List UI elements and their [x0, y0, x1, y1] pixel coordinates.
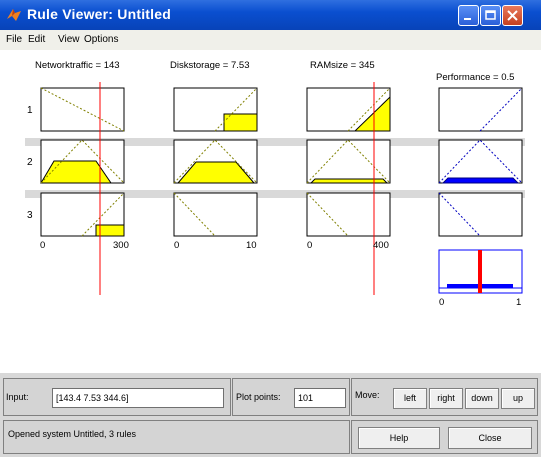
rule2-input2-plot [173, 139, 258, 184]
help-button[interactable]: Help [358, 427, 440, 449]
input3-max-tick: 400 [373, 240, 389, 251]
rule2-output-plot [438, 139, 523, 184]
rule3-input3-plot [306, 192, 391, 237]
close-button[interactable]: Close [448, 427, 532, 449]
rule3-input1-plot [40, 192, 125, 237]
input2-max-tick: 10 [246, 240, 257, 251]
rule1-input3-plot [306, 87, 391, 132]
menu-view[interactable]: View [58, 34, 80, 45]
move-up-button[interactable]: up [501, 388, 535, 409]
menu-bar: File Edit View Options [0, 30, 541, 50]
rule3-output-plot [438, 192, 523, 237]
menu-file[interactable]: File [6, 34, 22, 45]
move-left-button[interactable]: left [393, 388, 427, 409]
output-max-tick: 1 [516, 297, 522, 308]
move-label: Move: [355, 390, 380, 400]
input1-max-tick: 300 [113, 240, 129, 251]
rule2-input1-plot [40, 139, 125, 184]
control-panel: Input: Plot points: Move: left right dow… [0, 373, 541, 457]
rule-plot-area: Networktraffic = 143 Diskstorage = 7.53 … [0, 50, 541, 373]
input-vector-field[interactable] [52, 388, 224, 408]
aggregated-output-plot [438, 249, 523, 294]
plot-points-field[interactable] [294, 388, 346, 408]
rule-viewer-window: Rule Viewer: Untitled File Edit View Opt… [0, 0, 541, 457]
close-window-button[interactable] [502, 5, 523, 26]
rule1-input1-plot [40, 87, 125, 132]
rule1-output-plot [438, 87, 523, 132]
title-bar: Rule Viewer: Untitled [0, 0, 541, 30]
menu-options[interactable]: Options [84, 34, 118, 45]
minimize-button[interactable] [458, 5, 479, 26]
move-down-button[interactable]: down [465, 388, 499, 409]
plot-points-label: Plot points: [236, 392, 281, 402]
input2-min-tick: 0 [174, 240, 180, 251]
input-label: Input: [6, 392, 29, 402]
input3-min-tick: 0 [307, 240, 313, 251]
maximize-button[interactable] [480, 5, 501, 26]
minimize-icon [464, 18, 471, 20]
menu-edit[interactable]: Edit [28, 34, 45, 45]
window-title: Rule Viewer: Untitled [27, 6, 171, 22]
close-icon [507, 10, 518, 21]
move-right-button[interactable]: right [429, 388, 463, 409]
rule1-input2-plot [173, 87, 258, 132]
matlab-logo-icon [7, 9, 21, 21]
maximize-icon [485, 10, 496, 20]
status-text: Opened system Untitled, 3 rules [8, 429, 137, 439]
rule2-input3-plot [306, 139, 391, 184]
rule-plots [25, 82, 525, 295]
input1-min-tick: 0 [40, 240, 46, 251]
output-min-tick: 0 [439, 297, 445, 308]
rule3-input2-plot [173, 192, 258, 237]
